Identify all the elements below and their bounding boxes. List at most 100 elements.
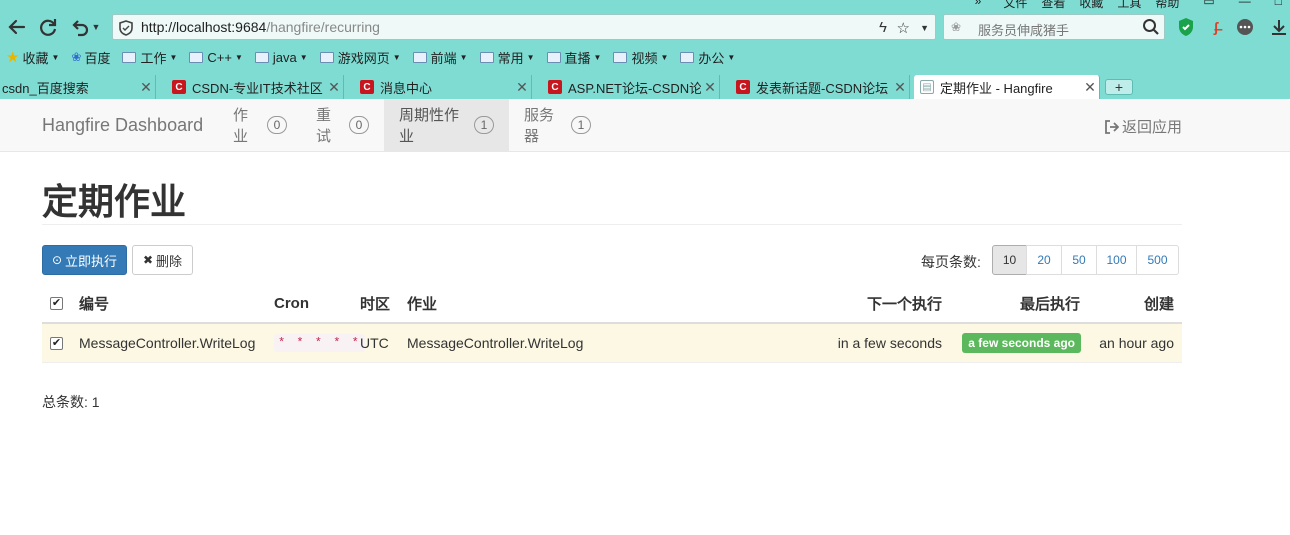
browser-tab[interactable]: C 消息中心 ✕: [354, 75, 532, 99]
folder-icon: [189, 51, 204, 63]
refresh-button[interactable]: [34, 13, 62, 41]
url-dropdown-icon[interactable]: ▼: [920, 23, 929, 33]
table-row[interactable]: ✔ MessageController.WriteLog * * * * * UTC M…: [42, 324, 1182, 363]
nav-item[interactable]: 服务器 1: [509, 99, 606, 151]
paw-icon: ❀: [71, 50, 82, 64]
more-options-icon[interactable]: [1235, 17, 1255, 37]
header-last-execution: 最后执行: [1019, 296, 1080, 313]
app-navbar: Hangfire Dashboard 作业 0 重试 0 周期性作业 1 服务器 1 返回应用: [0, 99, 1290, 152]
bookmark-label: 办公: [698, 50, 725, 66]
back-to-app-link[interactable]: 返回应用: [1104, 116, 1182, 137]
cell-id: MessageController.WriteLog: [79, 335, 256, 351]
per-page-option[interactable]: 10: [992, 245, 1027, 275]
table-body: ✔ MessageController.WriteLog * * * * * UTC M…: [42, 324, 1182, 363]
menu-favorites[interactable]: 收藏: [1079, 0, 1103, 11]
delete-label: 删除: [156, 253, 183, 269]
nav-item-label: 服务器: [524, 107, 555, 145]
chevron-down-icon: ▼: [234, 52, 243, 62]
select-all-checkbox[interactable]: ✔: [50, 285, 63, 322]
row-checkbox[interactable]: ✔: [50, 324, 63, 362]
bookmark-item[interactable]: 游戏网页 ▼: [319, 48, 401, 67]
chevron-down-icon: ▼: [299, 52, 308, 62]
browser-tab[interactable]: C ASP.NET论坛-CSDN论坛 ✕: [542, 75, 720, 99]
chevron-down-icon: ▼: [459, 52, 468, 62]
browser-tab[interactable]: csdn_百度搜索 ✕: [0, 75, 156, 99]
star-icon[interactable]: ☆: [897, 19, 910, 37]
page-title: 定期作业: [42, 182, 187, 222]
bookmark-item[interactable]: 直播 ▼: [546, 48, 601, 67]
shield-icon: [119, 20, 133, 36]
bookmark-item[interactable]: java ▼: [254, 49, 308, 65]
mouse-gesture-extension-icon[interactable]: ʃ̶: [1206, 17, 1226, 37]
tab-title: 消息中心: [380, 80, 433, 96]
shield-extension-icon[interactable]: [1176, 17, 1196, 37]
address-bar[interactable]: http://localhost:9684/hangfire/recurring…: [112, 14, 936, 40]
per-page-option[interactable]: 50: [1061, 245, 1097, 275]
close-icon[interactable]: ✕: [891, 79, 909, 96]
close-icon[interactable]: ✕: [1081, 79, 1099, 96]
close-icon[interactable]: ✕: [513, 79, 531, 96]
per-page-option[interactable]: 100: [1096, 245, 1137, 275]
search-input[interactable]: 服务员伸咸猪手: [978, 20, 1069, 39]
url-text: http://localhost:9684/hangfire/recurring: [141, 19, 380, 35]
undo-icon: [72, 20, 89, 37]
browser-tab[interactable]: C 发表新话题-CSDN论坛 ✕: [730, 75, 910, 99]
download-icon[interactable]: [1269, 17, 1289, 37]
count-badge: 1: [474, 116, 494, 134]
browser-tab[interactable]: C CSDN-专业IT技术社区 ✕: [166, 75, 344, 99]
bookmark-item[interactable]: 前端 ▼: [412, 48, 468, 67]
close-icon[interactable]: ✕: [701, 79, 719, 96]
nav-item[interactable]: 作业 0: [218, 99, 302, 151]
menu-overflow-icon[interactable]: »: [975, 0, 982, 11]
per-page-option[interactable]: 20: [1026, 245, 1062, 275]
chevron-down-icon: ▼: [660, 52, 669, 62]
title-divider: [42, 224, 1182, 225]
menu-help[interactable]: 帮助: [1155, 0, 1179, 11]
header-created: 创建: [1143, 296, 1174, 313]
bookmark-item[interactable]: 工作 ▼: [122, 48, 177, 67]
bookmark-item[interactable]: 常用 ▼: [479, 48, 535, 67]
bookmark-item[interactable]: C++ ▼: [189, 50, 243, 65]
lightning-icon[interactable]: ϟ: [879, 19, 887, 36]
tab-strip: csdn_百度搜索 ✕ C CSDN-专业IT技术社区 ✕ C 消息中心 ✕ C ASP.NET论…: [0, 75, 1290, 99]
header-job: 作业: [407, 296, 438, 313]
bookmark-item[interactable]: ❀ 百度: [71, 48, 110, 67]
trigger-now-button[interactable]: ⊙ 立即执行: [42, 245, 127, 275]
brand-link[interactable]: Hangfire Dashboard: [42, 115, 203, 136]
nav-item[interactable]: 周期性作业 1: [384, 99, 509, 151]
restore-window-icon[interactable]: ▭: [1203, 0, 1214, 11]
csdn-favicon-icon: C: [548, 80, 562, 94]
close-icon[interactable]: ✕: [137, 79, 155, 96]
url-host: http://localhost:9684: [141, 19, 267, 35]
per-page-option[interactable]: 500: [1136, 245, 1179, 275]
menu-tools[interactable]: 工具: [1117, 0, 1141, 11]
maximize-window-icon[interactable]: □: [1275, 0, 1282, 11]
page-favicon-icon: ▤: [920, 80, 934, 94]
bookmark-item[interactable]: ★ 收藏 ▼: [6, 48, 59, 67]
minimize-window-icon[interactable]: —: [1239, 0, 1251, 11]
menu-view[interactable]: 查看: [1041, 0, 1065, 11]
new-tab-button[interactable]: +: [1105, 79, 1133, 95]
bookmark-item[interactable]: 办公 ▼: [680, 48, 735, 67]
chevron-down-icon: ▼: [727, 52, 736, 62]
count-badge: 1: [571, 116, 591, 134]
tab-title: ASP.NET论坛-CSDN论坛: [568, 80, 701, 96]
back-button[interactable]: [3, 13, 31, 41]
delete-button[interactable]: ✖ 删除: [132, 245, 193, 275]
folder-icon: [613, 51, 628, 63]
nav-item[interactable]: 重试 0: [301, 99, 384, 151]
undo-dropdown-icon[interactable]: ▼: [88, 13, 104, 41]
browser-tab[interactable]: ▤ 定期作业 - Hangfire ✕: [914, 75, 1100, 99]
refresh-icon: [40, 19, 57, 36]
bookmark-label: java: [272, 49, 297, 65]
search-box[interactable]: ❀ 服务员伸咸猪手: [943, 14, 1165, 40]
search-engine-icon[interactable]: ❀: [951, 20, 961, 34]
menu-file[interactable]: 文件: [1003, 0, 1027, 11]
bookmark-label: 直播: [564, 50, 591, 66]
bookmark-item[interactable]: 视频 ▼: [613, 48, 668, 67]
folder-icon: [479, 51, 494, 63]
search-icon[interactable]: [1142, 18, 1160, 36]
count-badge: 0: [267, 116, 287, 134]
close-icon[interactable]: ✕: [325, 79, 343, 96]
url-path: /hangfire/recurring: [266, 19, 380, 35]
